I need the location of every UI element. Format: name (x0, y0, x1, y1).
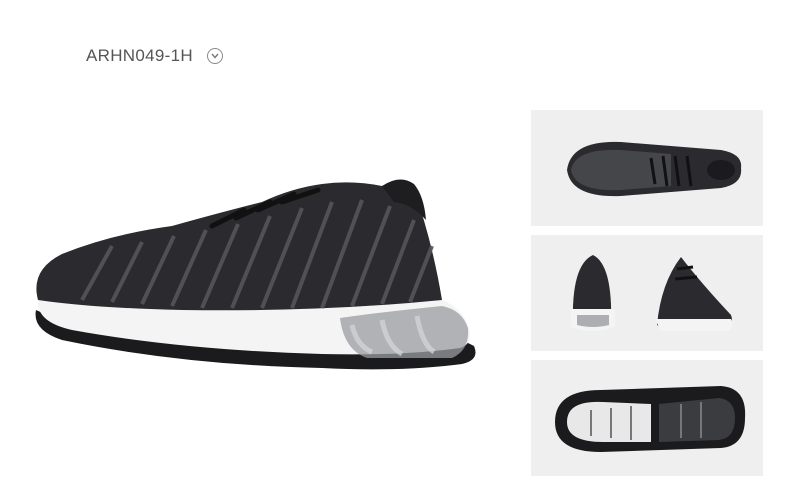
main-product-image (22, 150, 492, 390)
thumbnail-gallery (531, 110, 763, 485)
thumbnail-back-front-view[interactable] (531, 235, 763, 351)
product-sku: ARHN049-1H (86, 46, 193, 65)
sku-row: ARHN049-1H (86, 46, 223, 66)
chevron-down-icon[interactable] (206, 48, 223, 64)
thumbnail-top-view[interactable] (531, 110, 763, 226)
thumbnail-sole-view[interactable] (531, 360, 763, 476)
